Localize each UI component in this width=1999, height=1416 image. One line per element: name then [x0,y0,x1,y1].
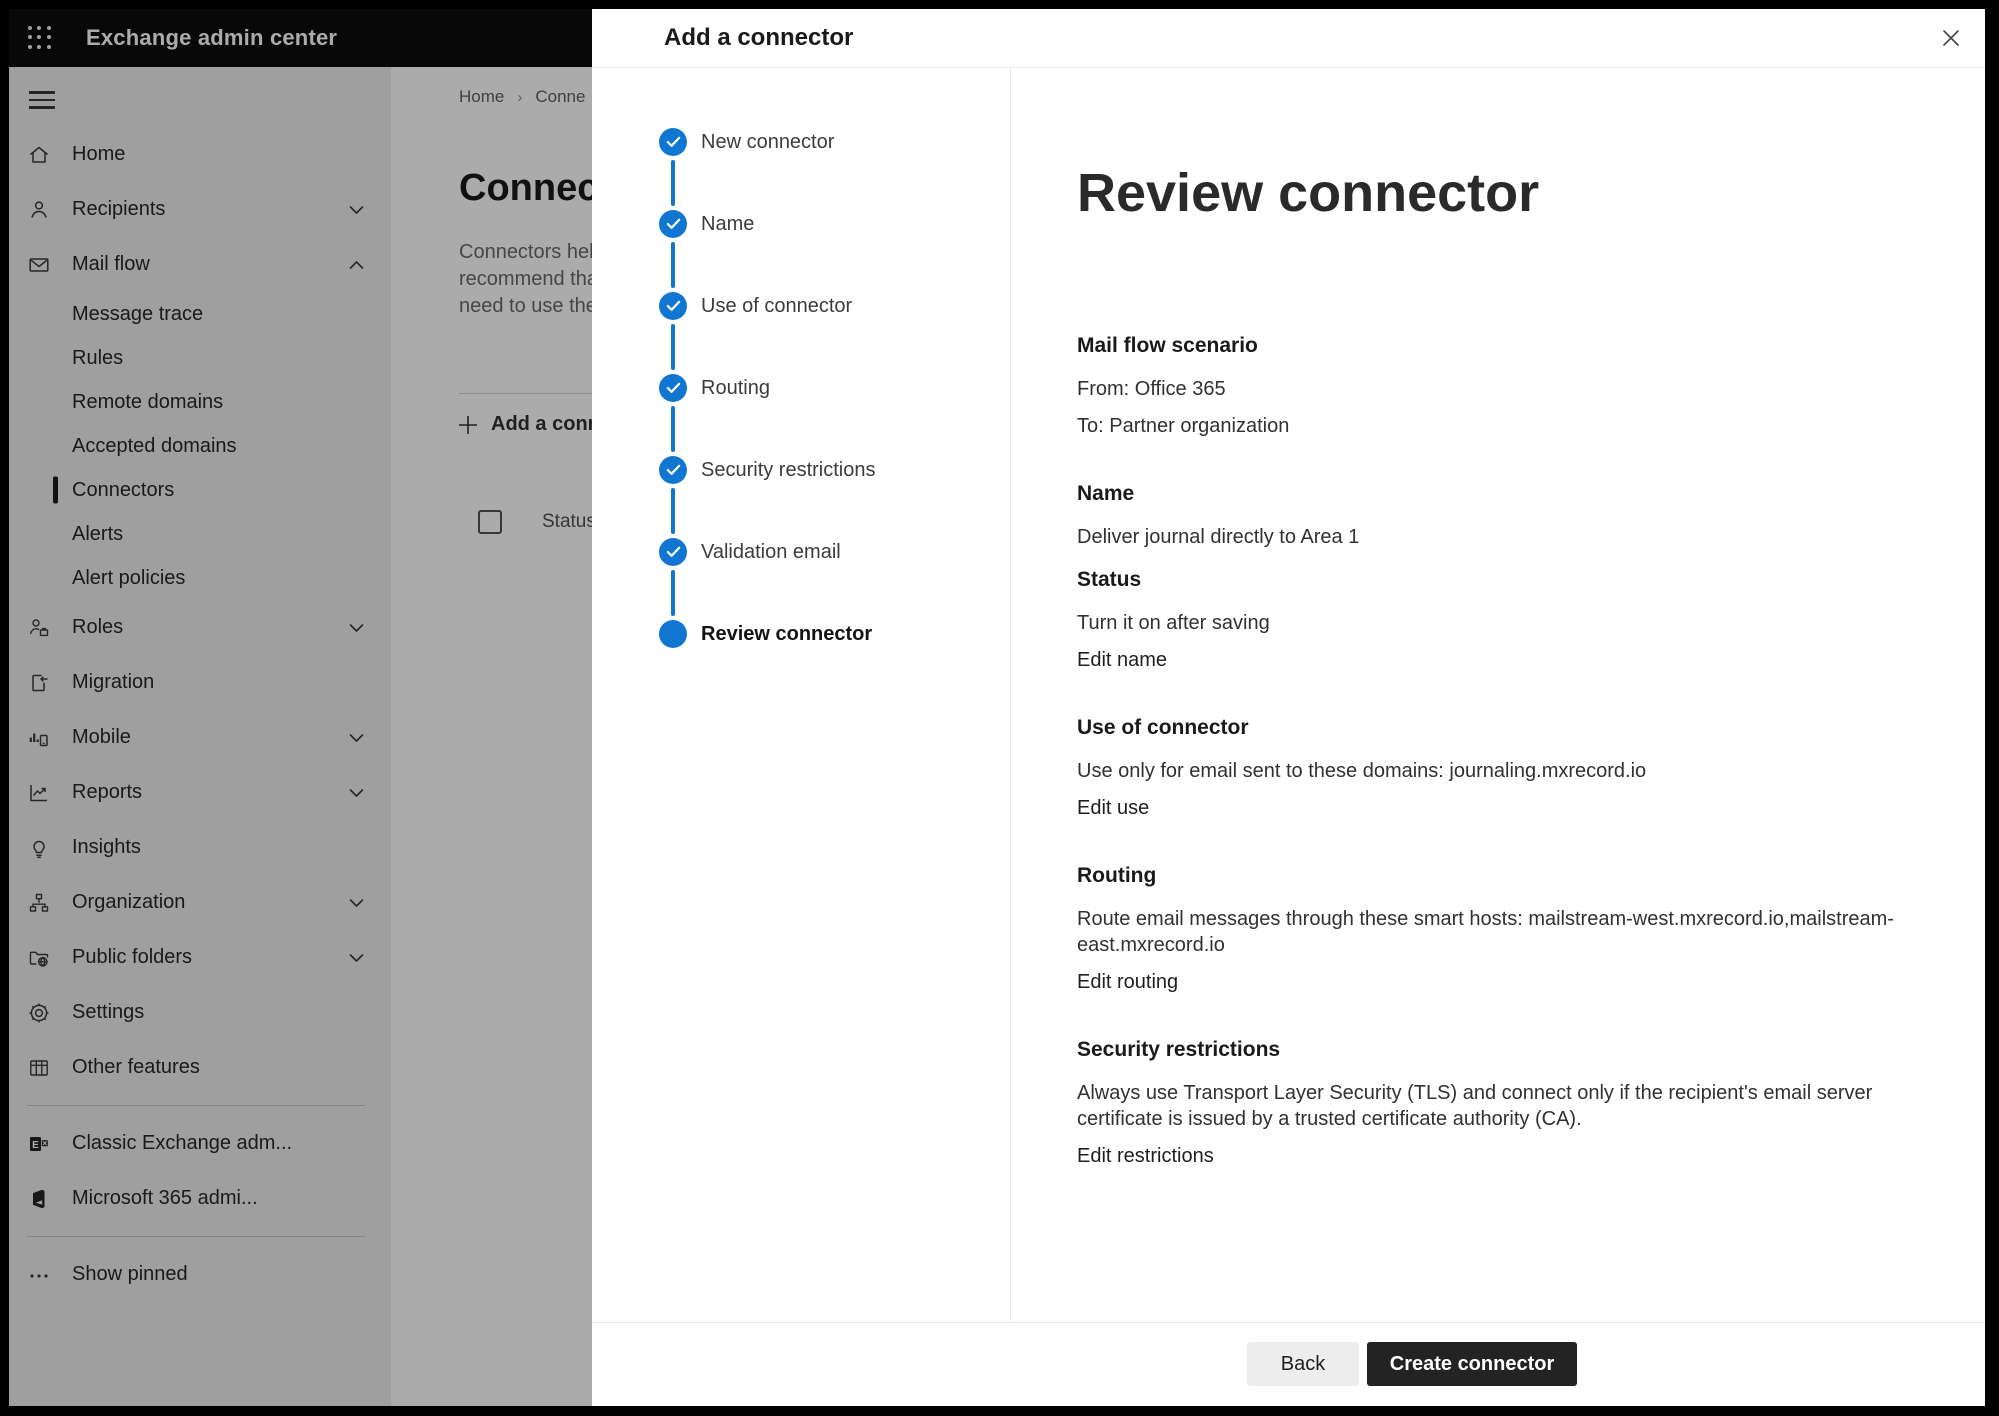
step-label-new-connector: New connector [701,129,834,155]
step-completed-check-icon [659,374,687,402]
section-text: From: Office 365 [1077,376,1907,402]
screen: Exchange admin center HomeRecipientsMail… [0,0,1999,1416]
step-current-indicator [659,620,687,648]
wizard-header: Add a connector [592,9,1985,68]
section-text: Turn it on after saving [1077,610,1907,636]
step-label-routing: Routing [701,375,770,401]
wizard-stepper: New connector Name Use of connector Routing… [592,68,1011,1322]
step-connector-line [671,242,675,288]
wizard-body: New connector Name Use of connector Routing… [592,68,1985,1322]
edit-use-link[interactable]: Edit use [1077,795,1149,821]
section-text: Deliver journal directly to Area 1 [1077,524,1907,550]
review-panel: Review connector Mail flow scenario From:… [1011,68,1985,1322]
step-connector-line [671,324,675,370]
section-heading: Routing [1077,863,1925,889]
section-text: To: Partner organization [1077,413,1907,439]
review-section: Security restrictions Always use Transpor… [1077,1037,1925,1169]
add-connector-wizard: Add a connector New connector Name Use of … [592,9,1985,1406]
step-label-name: Name [701,211,754,237]
step-label-security-restrictions: Security restrictions [701,457,876,483]
review-section: Name Deliver journal directly to Area 1 St… [1077,481,1925,673]
step-connector-line [671,406,675,452]
review-sections: Mail flow scenario From: Office 365 To: Pa… [1077,333,1925,1169]
step-label-use-of-connector: Use of connector [701,293,852,319]
review-section: Use of connector Use only for email sent … [1077,715,1925,821]
step-connector-line [671,570,675,616]
section-text: Always use Transport Layer Security (TLS… [1077,1080,1907,1132]
back-button[interactable]: Back [1247,1342,1359,1386]
edit-name-link[interactable]: Edit name [1077,647,1167,673]
edit-routing-link[interactable]: Edit routing [1077,969,1178,995]
step-connector-line [671,160,675,206]
step-label-review-connector: Review connector [701,621,872,647]
step-completed-check-icon [659,128,687,156]
section-heading: Status [1077,567,1925,593]
step-completed-check-icon [659,210,687,238]
wizard-title: Add a connector [664,9,853,67]
create-connector-button[interactable]: Create connector [1367,1342,1577,1386]
step-completed-check-icon [659,292,687,320]
step-completed-check-icon [659,456,687,484]
section-text: Route email messages through these smart… [1077,906,1907,958]
section-text: Use only for email sent to these domains… [1077,758,1907,784]
review-section: Routing Route email messages through thes… [1077,863,1925,995]
step-connector-line [671,488,675,534]
review-section: Mail flow scenario From: Office 365 To: Pa… [1077,333,1925,439]
section-heading: Security restrictions [1077,1037,1925,1063]
section-heading: Mail flow scenario [1077,333,1925,359]
section-heading: Use of connector [1077,715,1925,741]
wizard-footer: Back Create connector [592,1322,1985,1406]
close-icon[interactable] [1933,20,1969,56]
edit-restrictions-link[interactable]: Edit restrictions [1077,1143,1214,1169]
review-heading: Review connector [1077,162,1925,224]
step-completed-check-icon [659,538,687,566]
section-heading: Name [1077,481,1925,507]
step-label-validation-email: Validation email [701,539,841,565]
